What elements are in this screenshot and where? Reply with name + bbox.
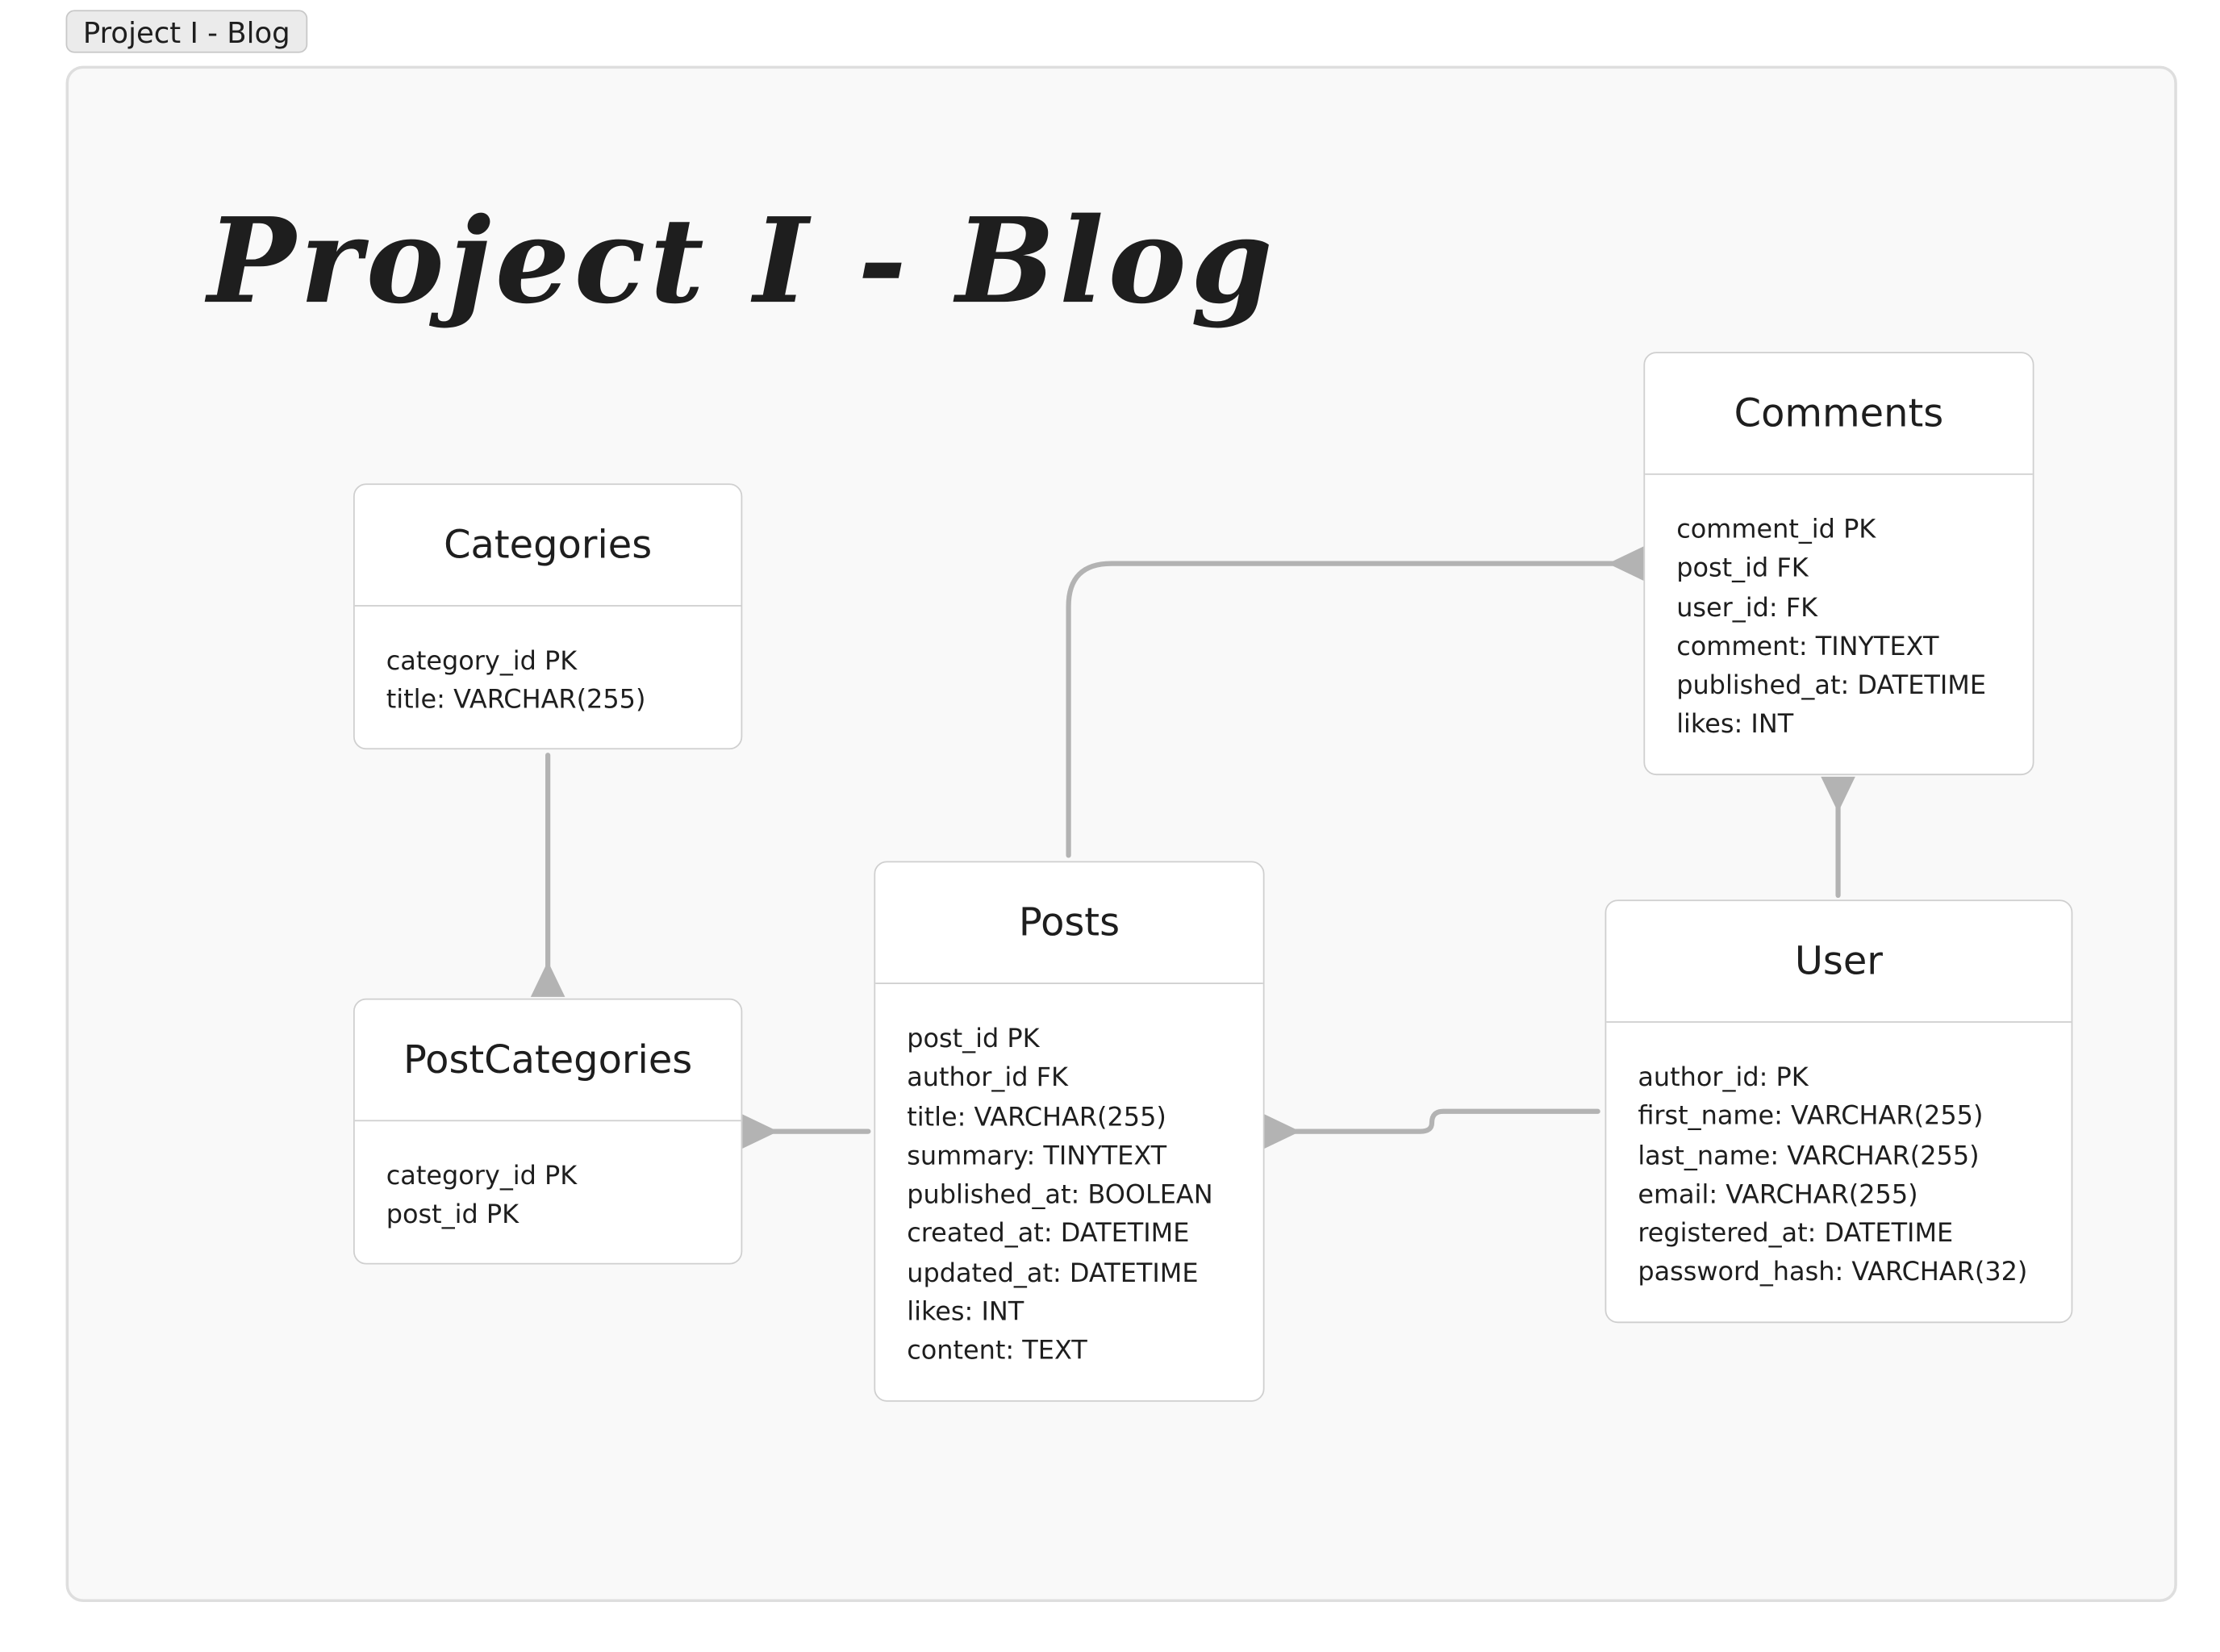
field-row: registered_at: DATETIME (1638, 1219, 1954, 1249)
entity-title: User (1606, 901, 2072, 1023)
arrowhead-postcategories-top (530, 961, 565, 997)
entity-title: Posts (875, 862, 1263, 984)
field-row: post_id PK (386, 1200, 520, 1231)
entity-posts[interactable]: Posts post_id PK author_id FK title: VAR… (874, 861, 1265, 1402)
field-row: email: VARCHAR(255) (1638, 1179, 1918, 1210)
entity-categories[interactable]: Categories category_id PK title: VARCHAR… (353, 483, 743, 750)
field-row: post_id FK (1676, 553, 1809, 584)
field-row: author_id: PK (1638, 1062, 1809, 1093)
field-list: category_id PK post_id PK (355, 1121, 741, 1235)
field-row: updated_at: DATETIME (907, 1258, 1199, 1289)
field-row: password_hash: VARCHAR(32) (1638, 1258, 2028, 1288)
entity-title: PostCategories (354, 999, 741, 1122)
entity-title: Comments (1645, 353, 2033, 475)
field-row: comment: TINYTEXT (1676, 632, 1939, 662)
connector-user-posts[interactable] (1290, 1108, 1600, 1134)
field-list: post_id PK author_id FK title: VARCHAR(2… (875, 984, 1263, 1371)
field-row: summary: TINYTEXT (907, 1141, 1167, 1172)
arrowhead-comments-bottom (1821, 776, 1855, 813)
connectors-layer (530, 546, 1855, 1149)
field-row: comment_id PK (1676, 515, 1876, 545)
entity-title: Categories (354, 485, 741, 607)
arrowhead-comments-left (1608, 546, 1644, 581)
field-row: post_id PK (907, 1024, 1040, 1054)
field-list: author_id: PK first_name: VARCHAR(255) l… (1606, 1023, 2071, 1293)
field-row: likes: INT (907, 1297, 1024, 1328)
field-row: user_id: FK (1676, 593, 1818, 624)
field-row: created_at: DATETIME (907, 1219, 1190, 1249)
field-list: comment_id PK post_id FK user_id: FK com… (1645, 475, 2033, 745)
field-list: category_id PK title: VARCHAR(255) (355, 607, 741, 720)
entity-comments[interactable]: Comments comment_id PK post_id FK user_i… (1643, 352, 2034, 776)
arrowhead-postcategories-right (742, 1114, 778, 1149)
field-row: category_id PK (386, 1161, 578, 1192)
field-row: likes: INT (1676, 710, 1794, 740)
field-row: author_id FK (907, 1063, 1068, 1094)
field-row: last_name: VARCHAR(255) (1638, 1141, 1980, 1171)
entity-post-categories[interactable]: PostCategories category_id PK post_id PK (353, 998, 743, 1265)
field-row: published_at: BOOLEAN (907, 1180, 1213, 1211)
arrowhead-posts-right (1264, 1114, 1300, 1149)
field-row: category_id PK (386, 646, 578, 677)
field-row: published_at: DATETIME (1676, 670, 1987, 702)
field-row: content: TEXT (907, 1336, 1087, 1367)
field-row: title: VARCHAR(255) (907, 1102, 1166, 1133)
entity-user[interactable]: User author_id: PK first_name: VARCHAR(2… (1604, 899, 2073, 1324)
field-row: title: VARCHAR(255) (386, 685, 646, 716)
connector-posts-comments[interactable] (1066, 561, 1619, 858)
field-row: first_name: VARCHAR(255) (1638, 1101, 1984, 1133)
canvas: Project I - Blog Project I - Blog Catego… (0, 0, 2220, 1652)
